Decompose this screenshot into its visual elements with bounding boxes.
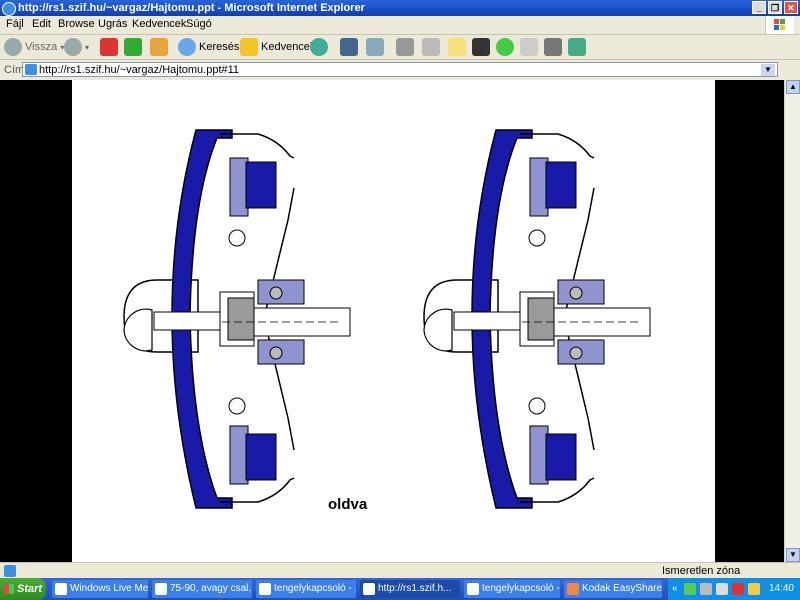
search-icon	[178, 38, 196, 56]
slide: oldva	[72, 80, 715, 562]
tray-icon[interactable]	[748, 583, 760, 595]
history-button[interactable]	[310, 38, 328, 56]
icq-button[interactable]	[496, 38, 514, 56]
edit-button[interactable]	[422, 38, 440, 56]
title-bar: http://rs1.szif.hu/~vargaz/Hajtomu.ppt -…	[0, 0, 800, 16]
scroll-up-button[interactable]: ▲	[786, 80, 800, 94]
task-button-ie-active[interactable]: http://rs1.szif.h...	[360, 580, 460, 598]
refresh-icon	[124, 38, 142, 56]
page-icon	[25, 64, 37, 75]
task-button-live-messenger[interactable]: Windows Live Mes...	[52, 580, 148, 598]
print-button[interactable]	[396, 38, 414, 56]
address-input[interactable]	[39, 63, 759, 76]
printer-icon	[396, 38, 414, 56]
vertical-scrollbar[interactable]: ▲ ▼	[784, 80, 800, 562]
menu-browse[interactable]: Browse	[58, 18, 95, 30]
messenger-button[interactable]	[520, 38, 538, 56]
window-title: http://rs1.szif.hu/~vargaz/Hajtomu.ppt -…	[18, 2, 365, 14]
forward-arrow-icon	[64, 38, 82, 56]
tray-icon[interactable]	[684, 583, 696, 595]
messenger-icon	[520, 38, 538, 56]
task-button-ie-1[interactable]: 75-90, avagy csal...	[152, 580, 252, 598]
window-controls: _ ❐ ✕	[752, 1, 798, 14]
chevron-down-icon[interactable]: ▼	[761, 64, 775, 76]
forward-button[interactable]: ▾	[64, 38, 89, 56]
menu-help[interactable]: Súgó	[186, 18, 212, 30]
maximize-button[interactable]: ❐	[768, 1, 782, 14]
favorites-button[interactable]: Kedvencek	[240, 38, 315, 56]
tray-icon[interactable]	[732, 583, 744, 595]
people-button[interactable]	[568, 38, 586, 56]
task-button-ie-2[interactable]: tengelykapcsoló - ...	[256, 580, 356, 598]
slide-caption: oldva	[328, 496, 368, 513]
home-icon	[150, 38, 168, 56]
tray-icon[interactable]	[700, 583, 712, 595]
star-icon	[240, 38, 258, 56]
mail-button[interactable]	[366, 38, 384, 56]
ie-icon	[467, 583, 479, 595]
clutch-engaged	[123, 129, 351, 509]
security-zone: Ismeretlen zóna	[662, 565, 741, 577]
content-area: oldva	[0, 80, 784, 562]
clutch-disengaged	[423, 129, 651, 509]
ie-icon	[155, 583, 167, 595]
menu-favorites[interactable]: Kedvencek	[132, 18, 186, 30]
tray-icon[interactable]	[716, 583, 728, 595]
flower-icon	[496, 38, 514, 56]
clutch-diagram	[123, 129, 651, 509]
k-button[interactable]	[472, 38, 490, 56]
status-bar: Ismeretlen zóna	[0, 562, 800, 579]
back-button[interactable]: Vissza ▾	[4, 38, 64, 56]
messenger-icon	[55, 583, 67, 595]
search-button[interactable]: Keresés	[178, 38, 239, 56]
ie-icon	[2, 2, 16, 16]
task-button-kodak[interactable]: Kodak EasyShare ...	[564, 580, 662, 598]
refresh-button[interactable]	[124, 38, 142, 56]
home-button[interactable]	[150, 38, 168, 56]
edit-icon	[422, 38, 440, 56]
back-arrow-icon	[4, 38, 22, 56]
history-icon	[310, 38, 328, 56]
minimize-button[interactable]: _	[752, 1, 766, 14]
menu-file[interactable]: Fájl	[6, 18, 24, 30]
research-icon	[340, 38, 358, 56]
note-button[interactable]	[448, 38, 466, 56]
people-icon	[568, 38, 586, 56]
download-button[interactable]	[544, 38, 562, 56]
task-button-ie-3[interactable]: tengelykapcsoló - ...	[464, 580, 560, 598]
address-field[interactable]: ▼	[22, 62, 778, 77]
clock: 14:40	[768, 583, 794, 594]
stop-button[interactable]	[100, 38, 118, 56]
start-button[interactable]: Start	[0, 578, 46, 600]
scroll-down-button[interactable]: ▼	[786, 548, 800, 562]
research-button[interactable]	[340, 38, 358, 56]
ie-icon	[363, 583, 375, 595]
mail-icon	[366, 38, 384, 56]
menu-goto[interactable]: Ugrás	[98, 18, 127, 30]
k-icon	[472, 38, 490, 56]
kodak-icon	[567, 583, 579, 595]
toolbar: Vissza ▾ ▾ Keresés Kedvencek	[0, 35, 800, 60]
system-tray: « 14:40	[668, 578, 800, 600]
note-icon	[448, 38, 466, 56]
ie-icon	[259, 583, 271, 595]
windows-flag-icon	[4, 584, 14, 594]
page-status-icon	[4, 565, 16, 577]
menu-bar: Fájl Edit Browse Ugrás Kedvencek Súgó	[0, 16, 800, 35]
close-button[interactable]: ✕	[784, 1, 798, 14]
stop-icon	[100, 38, 118, 56]
windows-logo-icon	[765, 16, 794, 34]
menu-edit[interactable]: Edit	[32, 18, 51, 30]
address-bar: Cím ▼	[0, 60, 800, 81]
taskbar: Start Windows Live Mes... 75-90, avagy c…	[0, 578, 800, 600]
tray-expand-icon[interactable]: «	[672, 578, 678, 600]
download-icon	[544, 38, 562, 56]
chevron-down-icon: ▾	[85, 42, 90, 52]
